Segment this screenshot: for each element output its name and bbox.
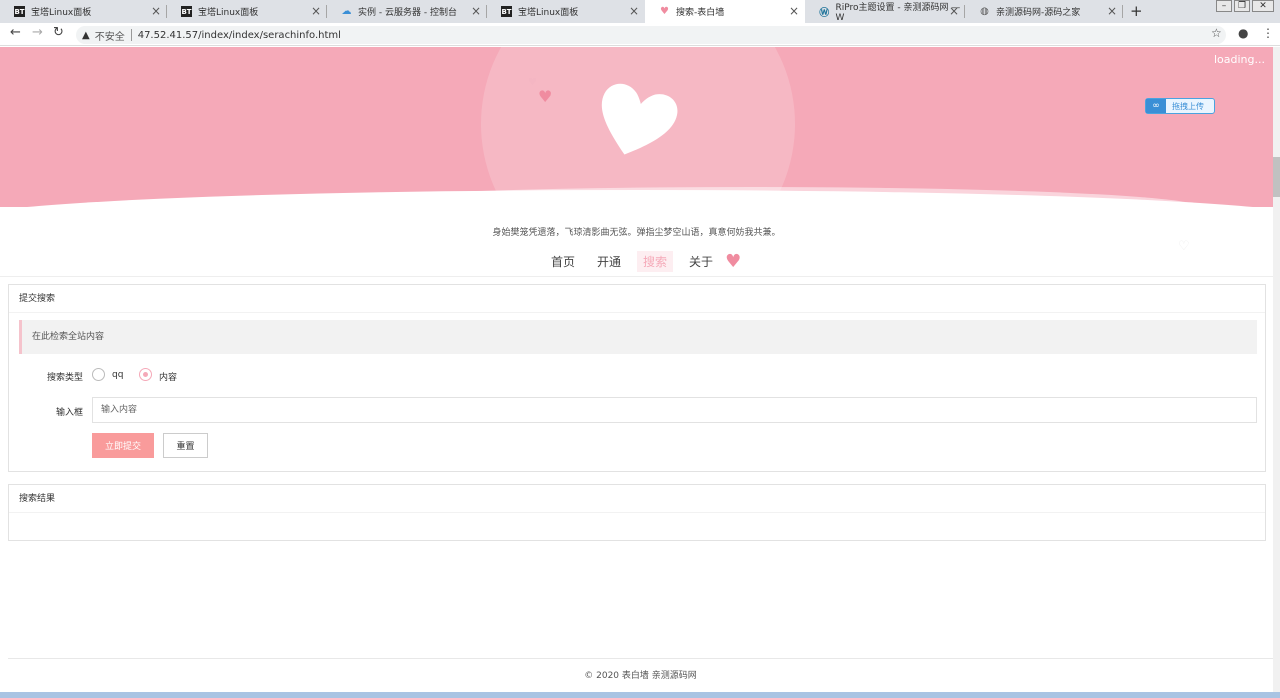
radio-content-label[interactable]: 内容 — [159, 370, 177, 383]
radio-qq[interactable] — [92, 368, 105, 381]
browser-tab[interactable]: BT 宝塔Linux面板 × — [487, 0, 645, 23]
bt-logo-icon: BT — [181, 6, 192, 17]
back-icon[interactable]: ← — [10, 25, 21, 40]
scrollbar[interactable] — [1273, 47, 1280, 692]
forward-icon[interactable]: → — [32, 25, 43, 40]
close-window-icon[interactable]: ✕ — [1252, 0, 1274, 12]
search-form-title: 提交搜索 — [9, 285, 1265, 313]
upload-icon: ∞ — [1146, 99, 1166, 113]
input-label: 输入框 — [55, 408, 83, 418]
tab-title: RiPro主题设置 - 亲测源码网 — W — [835, 3, 961, 23]
search-input[interactable] — [92, 397, 1257, 423]
nav-item-open[interactable]: 开通 — [591, 251, 627, 272]
search-hint: 在此检索全站内容 — [19, 320, 1257, 354]
account-icon[interactable]: ● — [1238, 26, 1248, 40]
insecure-label: 不安全 — [94, 31, 125, 43]
close-icon[interactable]: × — [1107, 5, 1117, 17]
tab-title: 实例 - 云服务器 - 控制台 — [358, 8, 457, 18]
radio-content[interactable] — [139, 368, 152, 381]
browser-tab[interactable]: BT 宝塔Linux面板 × — [0, 0, 167, 23]
nav-item-search[interactable]: 搜索 — [637, 250, 674, 272]
radio-qq-label[interactable]: qq — [112, 370, 123, 380]
close-icon[interactable]: × — [151, 5, 161, 17]
page-content: ♥ ♥ loading... ∞ 拖拽上传 身始樊笼凭遗落，飞琼清影曲无弦。弹指… — [0, 47, 1273, 692]
url-input[interactable]: ▲ 不安全 47.52.41.57/index/index/serachinfo… — [76, 26, 1226, 44]
close-icon[interactable]: × — [629, 5, 639, 17]
motto-text: 身始樊笼凭遗落，飞琼清影曲无弦。弹指尘梦空山语，真意何妨我共兼。 — [492, 228, 781, 238]
heart-icon — [601, 83, 678, 155]
close-icon[interactable]: × — [949, 5, 959, 17]
address-bar: ← → ↻ ▲ 不安全 47.52.41.57/index/index/sera… — [0, 23, 1280, 46]
wordpress-icon: Ⓦ — [819, 8, 830, 19]
search-results-title: 搜索结果 — [9, 485, 1265, 513]
cloud-icon: ☁ — [341, 6, 352, 17]
loading-text: loading... — [1213, 53, 1265, 66]
heart-icon: ♡ — [1178, 239, 1190, 254]
url-text: 47.52.41.57/index/index/serachinfo.html — [137, 29, 341, 41]
tab-title: 搜索-表白墙 — [676, 8, 725, 18]
new-tab-button[interactable]: + — [1130, 2, 1143, 20]
close-icon[interactable]: × — [311, 5, 321, 17]
main-nav: 首页 开通 搜索 关于 ♥ — [545, 250, 741, 272]
heart-icon: ♥ — [725, 250, 742, 272]
reset-button[interactable]: 重置 — [163, 433, 208, 458]
os-taskbar — [0, 692, 1280, 698]
menu-icon[interactable]: ⋮ — [1262, 26, 1274, 40]
nav-item-home[interactable]: 首页 — [545, 251, 581, 272]
tab-title: 宝塔Linux面板 — [31, 8, 92, 18]
submit-button[interactable]: 立即提交 — [92, 433, 154, 458]
star-icon[interactable]: ☆ — [1211, 26, 1222, 40]
heart-icon: ♥ — [528, 77, 537, 88]
browser-tab[interactable]: ◍ 亲测源码网-源码之家 × — [965, 0, 1123, 23]
warning-icon: ▲ — [82, 29, 90, 41]
reload-icon[interactable]: ↻ — [53, 25, 64, 40]
banner: ♥ ♥ loading... ∞ 拖拽上传 — [0, 47, 1273, 207]
browser-tab-active[interactable]: ♥ 搜索-表白墙 × — [645, 0, 805, 23]
search-type-label: 搜索类型 — [46, 373, 83, 383]
upload-button[interactable]: ∞ 拖拽上传 — [1145, 98, 1215, 114]
bt-logo-icon: BT — [501, 6, 512, 17]
browser-tab[interactable]: ☁ 实例 - 云服务器 - 控制台 × — [327, 0, 487, 23]
upload-label: 拖拽上传 — [1172, 101, 1204, 111]
tab-title: 亲测源码网-源码之家 — [996, 8, 1081, 18]
restore-icon[interactable]: ❐ — [1234, 0, 1250, 12]
nav-item-about[interactable]: 关于 — [683, 251, 719, 272]
minimize-icon[interactable]: – — [1216, 0, 1232, 12]
browser-tab-strip: BT 宝塔Linux面板 × BT 宝塔Linux面板 × ☁ 实例 - 云服务… — [0, 0, 1280, 23]
close-icon[interactable]: × — [471, 5, 481, 17]
tab-title: 宝塔Linux面板 — [198, 8, 259, 18]
bt-logo-icon: BT — [14, 6, 25, 17]
heart-icon: ♥ — [660, 6, 669, 17]
search-form-card: 提交搜索 在此检索全站内容 搜索类型 qq 内容 输入框 立即提交 重置 — [8, 284, 1266, 472]
browser-tab[interactable]: BT 宝塔Linux面板 × — [167, 0, 327, 23]
browser-tab[interactable]: Ⓦ RiPro主题设置 - 亲测源码网 — W × — [805, 0, 965, 23]
scroll-thumb[interactable] — [1273, 157, 1280, 197]
footer: © 2020 表白墙 亲测源码网 — [8, 658, 1273, 692]
tab-title: 宝塔Linux面板 — [518, 8, 579, 18]
globe-icon: ◍ — [980, 6, 989, 17]
close-icon[interactable]: × — [789, 5, 799, 17]
heart-icon: ♥ — [538, 87, 553, 106]
search-results-card: 搜索结果 — [8, 484, 1266, 541]
